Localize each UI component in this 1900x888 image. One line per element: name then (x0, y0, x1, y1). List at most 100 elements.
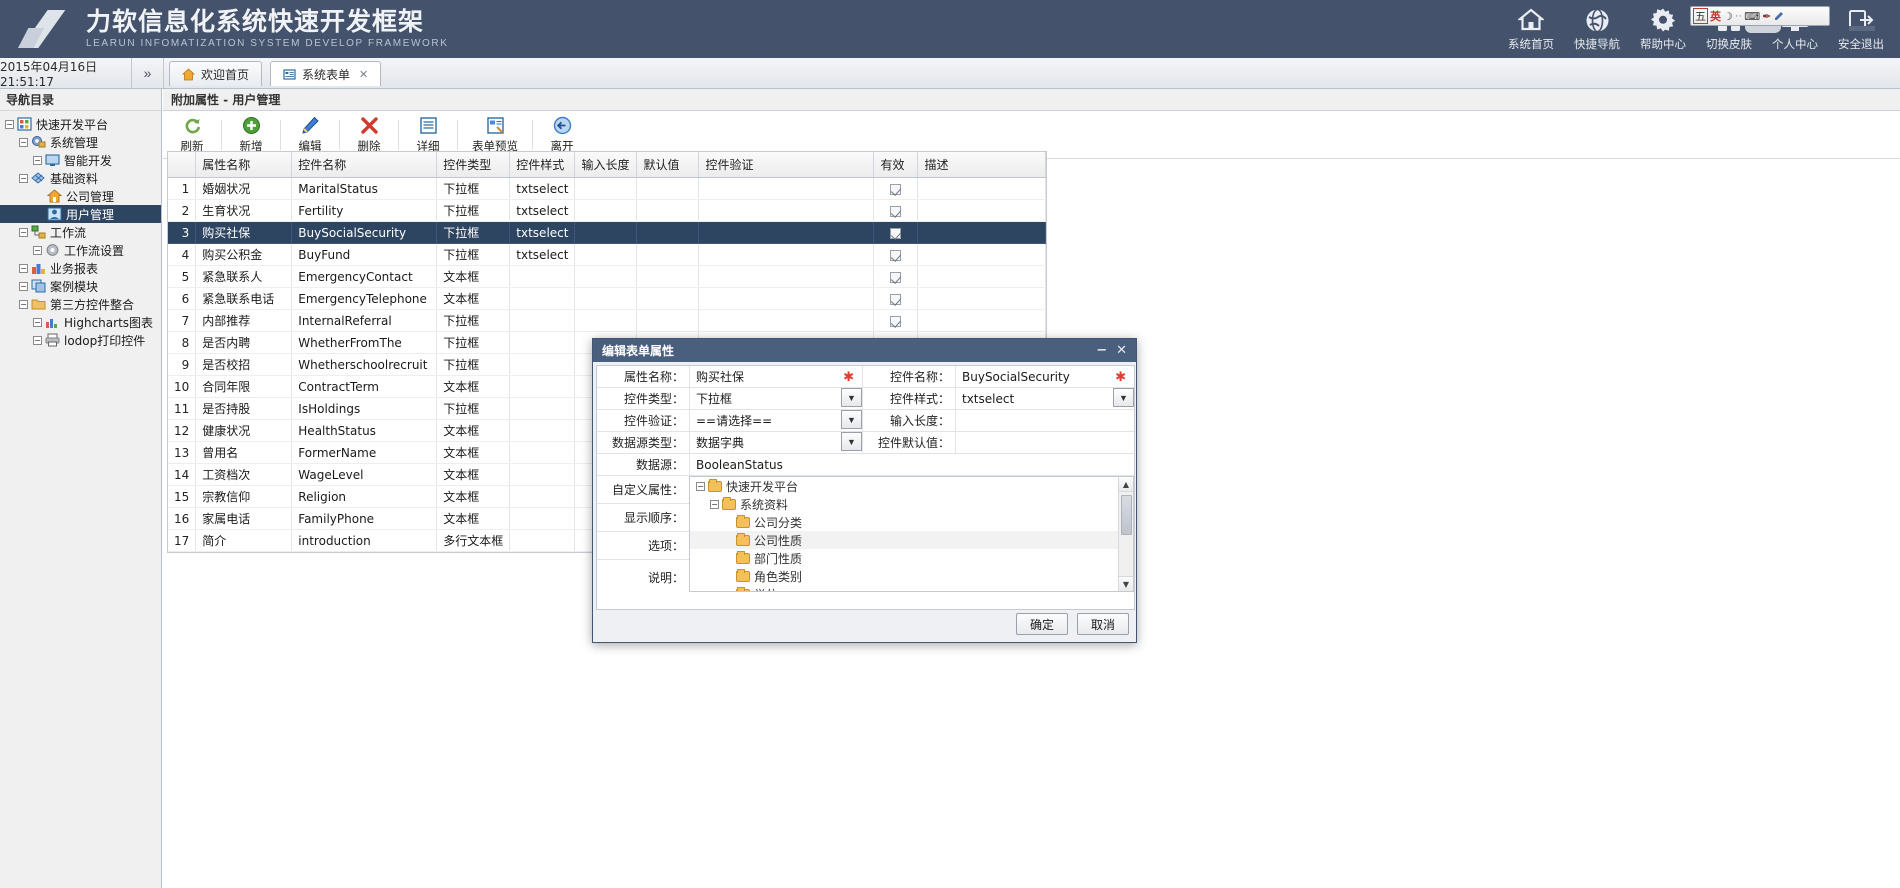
sidebar-item-sysmgmt[interactable]: − 系统管理 (0, 133, 161, 151)
leave-button[interactable]: 离开 (539, 113, 585, 157)
sidebar-item-company[interactable]: 公司管理 (0, 187, 161, 205)
tree-expander-icon[interactable]: − (33, 317, 42, 327)
datasource-type-select[interactable]: 数据字典 (689, 432, 841, 453)
sidebar-item-workflow[interactable]: − 工作流 (0, 223, 161, 241)
table-row[interactable]: 3 购买社保 BuySocialSecurity 下拉框 txtselect (168, 221, 1046, 244)
scrollbar-thumb[interactable] (1121, 495, 1132, 535)
ime-moon-icon[interactable]: ☽ (1723, 8, 1733, 24)
add-button[interactable]: 新增 (228, 113, 274, 157)
table-row[interactable]: 2 生育状况 Fertility 下拉框 txtselect (168, 199, 1046, 222)
sidebar-item-platform[interactable]: − 快速开发平台 (0, 115, 161, 133)
close-icon[interactable]: ✕ (1116, 344, 1127, 357)
chevron-down-icon[interactable]: ▼ (841, 432, 862, 451)
sidebar-item-basicdata[interactable]: − 基础资料 (0, 169, 161, 187)
dlg-tree-node[interactable]: 角色类别 (690, 567, 1133, 585)
col-ctrl-style[interactable]: 控件样式 (509, 152, 576, 178)
form-icon (283, 68, 296, 81)
ime-lang-label[interactable]: 英 (1710, 8, 1721, 24)
sidebar-item-casemodule[interactable]: − 案例模块 (0, 277, 161, 295)
delete-button[interactable]: 删除 (346, 113, 392, 157)
tree-expander-icon[interactable]: − (33, 245, 42, 255)
tree-expander-icon[interactable]: − (696, 481, 705, 491)
printer-icon (45, 333, 60, 347)
col-ctrl-name[interactable]: 控件名称 (291, 152, 438, 178)
cancel-button[interactable]: 取消 (1077, 613, 1129, 635)
tree-expander-icon[interactable]: − (19, 281, 28, 291)
dlg-tree-node[interactable]: 学位 (690, 585, 1133, 591)
tree-expander-icon[interactable]: − (19, 263, 28, 273)
dictionary-tree[interactable]: − 快速开发平台 − 系统资料 公司分类 公司性质 部门性质 角色类别 ▲ ▼ (689, 476, 1134, 592)
ctrl-name-input[interactable]: BuySocialSecurity (955, 366, 1108, 387)
dialog-titlebar[interactable]: 编辑表单属性 − ✕ (593, 339, 1136, 362)
edit-button[interactable]: 编辑 (287, 113, 333, 157)
header-action-home[interactable]: 系统首页 (1498, 0, 1564, 52)
chevron-down-icon[interactable]: ▼ (841, 388, 862, 407)
dlg-tree-node[interactable]: 部门性质 (690, 549, 1133, 567)
tree-expander-icon[interactable]: − (33, 155, 42, 165)
ctrl-type-select[interactable]: 下拉框 (689, 388, 841, 409)
sidebar-item-reports[interactable]: − 业务报表 (0, 259, 161, 277)
datasource-input[interactable]: BooleanStatus (689, 454, 1134, 475)
attr-name-input[interactable]: 购买社保 (689, 366, 836, 387)
tab-system-form[interactable]: 系统表单 ✕ (270, 61, 382, 86)
ime-tools-icon[interactable] (1773, 8, 1784, 24)
col-ctrl-type[interactable]: 控件类型 (436, 152, 511, 178)
col-rownum[interactable] (168, 152, 197, 178)
tree-expander-icon[interactable]: − (33, 335, 42, 345)
detail-button[interactable]: 详细 (405, 113, 451, 157)
minimize-icon[interactable]: − (1096, 344, 1107, 357)
col-validation[interactable]: 控件验证 (698, 152, 875, 178)
ime-keyboard-icon[interactable]: ⌨ (1744, 8, 1760, 24)
col-input-len[interactable]: 输入长度 (574, 152, 638, 178)
col-desc[interactable]: 描述 (917, 152, 1046, 178)
tree-expander-icon[interactable]: − (19, 227, 28, 237)
tree-expander-icon[interactable]: − (19, 173, 28, 183)
col-default[interactable]: 默认值 (636, 152, 700, 178)
sidebar-item-thirdparty[interactable]: − 第三方控件整合 (0, 295, 161, 313)
tree-expander-icon[interactable]: − (19, 137, 28, 147)
tab-welcome[interactable]: 欢迎首页 (169, 61, 263, 86)
cell-rownum: 1 (168, 177, 197, 200)
sidebar-item-smartdev[interactable]: − 智能开发 (0, 151, 161, 169)
table-row[interactable]: 7 内部推荐 InternalReferral 下拉框 (168, 309, 1046, 332)
ok-button[interactable]: 确定 (1016, 613, 1068, 635)
chevron-down-icon[interactable]: ▼ (841, 410, 862, 429)
table-header-row: 属性名称 控件名称 控件类型 控件样式 输入长度 默认值 控件验证 有效 描述 (168, 152, 1046, 178)
input-length-input[interactable] (955, 410, 1134, 431)
ime-toolbar[interactable]: 五 英 ☽ ·· ⌨ ✒ (1690, 6, 1830, 26)
tree-expander-icon[interactable]: − (710, 499, 719, 509)
table-row[interactable]: 5 紧急联系人 EmergencyContact 文本框 (168, 265, 1046, 288)
ctrl-default-input[interactable] (955, 432, 1134, 453)
ctrl-validation-select[interactable]: ==请选择== (689, 410, 841, 431)
dlg-tree-node[interactable]: 公司性质 (690, 531, 1133, 549)
sidebar-item-highcharts[interactable]: − Highcharts图表 (0, 313, 161, 331)
form-preview-button[interactable]: 表单预览 (464, 113, 526, 157)
col-attr-name[interactable]: 属性名称 (195, 152, 293, 178)
tree-expander-icon[interactable]: − (19, 299, 28, 309)
scroll-down-arrow-icon[interactable]: ▼ (1119, 576, 1133, 591)
ime-pen-icon[interactable]: ✒ (1762, 8, 1771, 24)
sidebar-item-usermgmt[interactable]: 用户管理 (0, 205, 161, 223)
chevron-double-right-icon[interactable]: » (132, 58, 164, 88)
table-row[interactable]: 4 购买公积金 BuyFund 下拉框 txtselect (168, 243, 1046, 266)
dlg-tree-node[interactable]: − 系统资料 (690, 495, 1133, 513)
tree-scrollbar[interactable]: ▲ ▼ (1118, 477, 1133, 591)
ctrl-style-select[interactable]: txtselect (955, 388, 1113, 409)
ime-mode-icon[interactable]: 五 (1693, 8, 1708, 24)
sidebar-item-lodop[interactable]: − lodop打印控件 (0, 331, 161, 349)
globe-icon (1585, 7, 1610, 33)
sidebar-item-workflow-settings[interactable]: − 工作流设置 (0, 241, 161, 259)
header-action-quicknav[interactable]: 快捷导航 (1564, 0, 1630, 52)
dlg-tree-node[interactable]: 公司分类 (690, 513, 1133, 531)
tree-expander-icon[interactable]: − (5, 119, 14, 129)
table-row[interactable]: 6 紧急联系电话 EmergencyTelephone 文本框 (168, 287, 1046, 310)
close-icon[interactable]: ✕ (359, 68, 368, 81)
chevron-down-icon[interactable]: ▼ (1113, 388, 1134, 407)
scroll-up-arrow-icon[interactable]: ▲ (1119, 477, 1133, 492)
refresh-button[interactable]: 刷新 (169, 113, 215, 157)
table-row[interactable]: 1 婚姻状况 MaritalStatus 下拉框 txtselect (168, 177, 1046, 200)
header-action-help[interactable]: 帮助中心 (1630, 0, 1696, 52)
ime-stand-decor2 (1849, 26, 1875, 31)
col-enabled[interactable]: 有效 (873, 152, 919, 178)
dlg-tree-node[interactable]: − 快速开发平台 (690, 477, 1133, 495)
